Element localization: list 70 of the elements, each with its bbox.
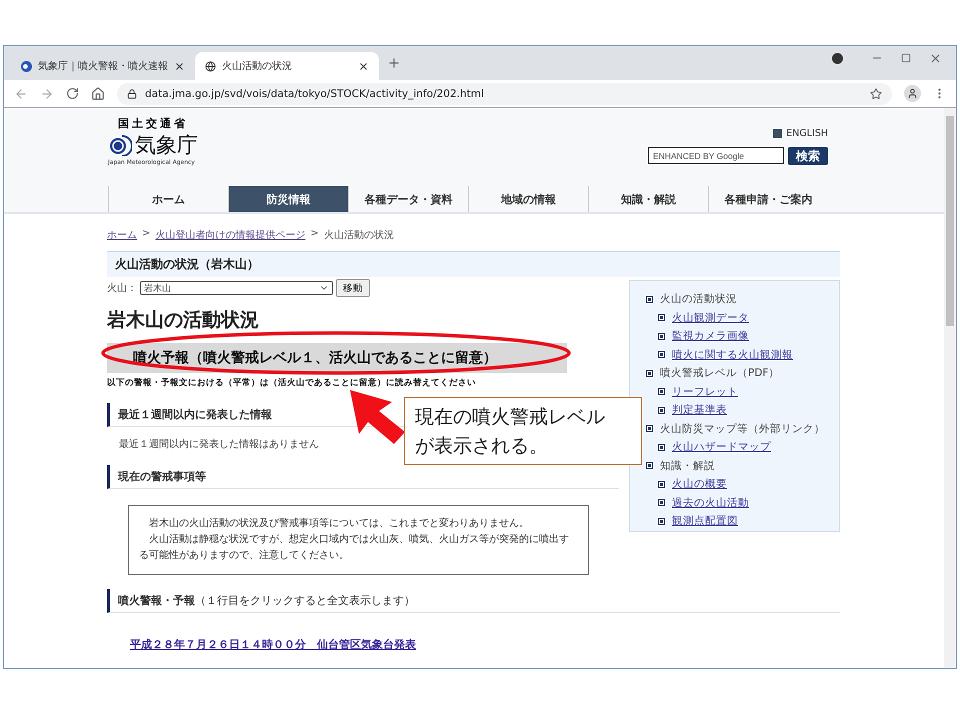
breadcrumb-link[interactable]: ホーム	[107, 228, 137, 242]
bullet-icon	[658, 314, 665, 322]
sidebar-link[interactable]: 噴火に関する火山観測報	[672, 348, 793, 362]
sidebar-heading: 知識・解説	[660, 458, 715, 473]
bullet-icon	[658, 444, 665, 451]
sidebar-link[interactable]: リーフレット	[672, 384, 738, 399]
close-icon[interactable]	[174, 60, 185, 72]
pointer-arrow	[350, 390, 405, 444]
ministry-name: 国土交通省	[117, 116, 189, 131]
english-link[interactable]: ENGLISH	[773, 128, 828, 139]
sidebar-link[interactable]: 火山ハザードマップ	[672, 440, 771, 454]
favicon-icon	[21, 60, 32, 72]
bullet-icon	[646, 462, 653, 470]
bullet-icon	[658, 480, 665, 488]
nav-item[interactable]: 各種申請・ご案内	[708, 186, 828, 212]
section-heading: 噴火警報・予報（１行目をクリックすると全文表示します）	[107, 589, 840, 613]
close-icon[interactable]	[358, 60, 369, 72]
bullet-icon	[646, 425, 653, 432]
browser-tab[interactable]: 気象庁｜噴火警報・噴火速報	[11, 52, 195, 80]
agency-name: 気象庁	[135, 132, 198, 159]
warning-box: 岩木山の火山活動の状況及び警戒事項等については、これまでと変わりありません。 火山活動は静穏な状況ですが、想定火口域内では火山灰、噴気、火山ガス等が突発的に噴出する可能性がありますので、注意してください。	[128, 505, 589, 575]
logo-icon	[108, 134, 132, 156]
breadcrumb-link[interactable]: 火山登山者向けの情報提供ページ	[155, 228, 306, 242]
lock-icon	[127, 88, 137, 98]
bullet-icon	[646, 296, 653, 303]
bullet-icon	[658, 499, 665, 506]
bullet-icon	[658, 518, 665, 525]
scrollbar[interactable]	[944, 108, 956, 668]
nav-item[interactable]: 各種データ・資料	[348, 186, 468, 212]
browser-tab[interactable]: 火山活動の状況	[195, 52, 379, 80]
profile-icon[interactable]	[904, 85, 921, 102]
section-text: 最近１週間以内に発表した情報はありません	[119, 438, 319, 451]
new-tab-icon[interactable]	[387, 56, 401, 70]
breadcrumb-separator: >	[142, 228, 150, 241]
search-field[interactable]: ENHANCED BY Google	[648, 147, 784, 164]
sidebar-link[interactable]: 火山の概要	[672, 477, 727, 492]
callout-text: 現在の噴火警戒レベル が表示される。	[404, 397, 642, 465]
nav-item[interactable]: 防災情報	[228, 186, 348, 212]
volcano-heading: 岩木山の活動状況	[107, 308, 260, 333]
globe-icon	[205, 60, 216, 72]
sidebar-link[interactable]: 監視カメラ画像	[672, 329, 749, 344]
bullet-icon	[658, 332, 665, 340]
move-button[interactable]: 移動	[336, 279, 370, 297]
maximize-icon[interactable]	[901, 53, 911, 63]
address-bar[interactable]: data.jma.go.jp/svd/vois/data/tokyo/STOCK/activity_info/202.html	[117, 82, 892, 104]
nav-item[interactable]: 知識・解説	[588, 186, 708, 212]
bulletin-link[interactable]: 平成２８年７月２６日１４時００分 仙台管区気象台発表	[130, 637, 416, 652]
breadcrumb-current: 火山活動の状況	[324, 228, 394, 242]
sidebar-heading: 火山の活動状況	[660, 292, 737, 306]
bullet-icon	[658, 351, 665, 358]
tab-search-icon[interactable]	[832, 52, 843, 64]
sidebar-link[interactable]: 過去の火山活動	[672, 496, 749, 510]
sidebar-heading: 火山防災マップ等（外部リンク）	[660, 422, 825, 436]
star-icon[interactable]	[870, 88, 882, 100]
bullet-icon	[658, 406, 665, 414]
volcano-label: 火山：	[107, 282, 137, 295]
sidebar-link[interactable]: 判定基準表	[672, 403, 727, 418]
volcano-select[interactable]: 岩木山	[140, 281, 333, 295]
breadcrumb-separator: >	[310, 228, 319, 241]
sidebar-heading: 噴火警戒レベル（PDF）	[660, 366, 780, 380]
reload-icon[interactable]	[66, 87, 79, 100]
search-button[interactable]: 検索	[788, 147, 828, 165]
bullet-icon	[658, 388, 665, 396]
alert-note: 以下の警報・予報文における（平常）は（活火山であることに留意）に読み替えてください	[107, 377, 476, 389]
nav-item[interactable]: 地域の情報	[468, 186, 588, 212]
sidebar-link[interactable]: 火山観測データ	[672, 310, 749, 325]
home-icon[interactable]	[91, 86, 105, 100]
sidebar-link[interactable]: 観測点配置図	[672, 514, 738, 528]
bullet-icon	[646, 370, 653, 377]
page-title-bar: 火山活動の状況（岩木山）	[107, 251, 840, 277]
